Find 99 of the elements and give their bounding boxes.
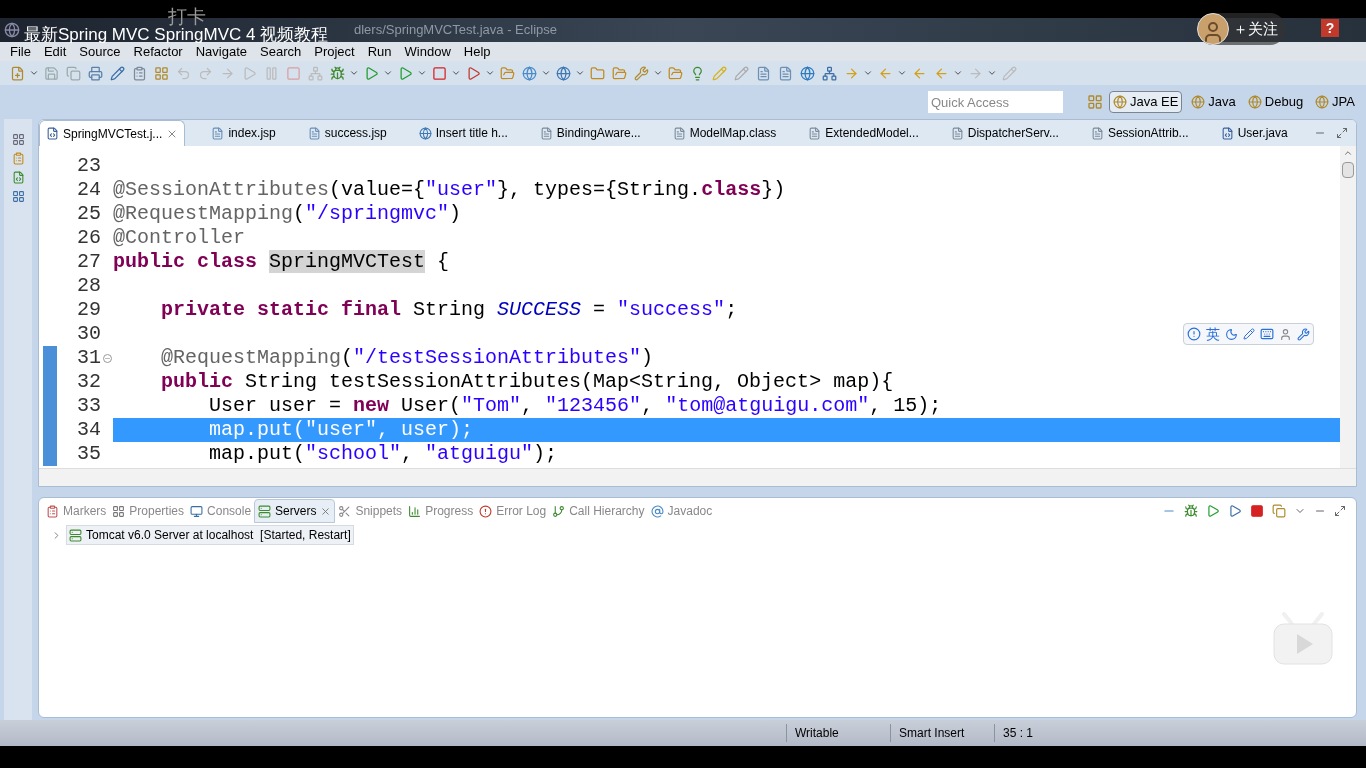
maximize-icon[interactable] <box>1334 505 1346 517</box>
editor-tab[interactable]: SpringMVCTest.j... <box>39 120 186 146</box>
editor-tab[interactable]: ModelMap.class <box>666 120 783 146</box>
wrench-icon[interactable] <box>1297 327 1310 341</box>
perspective-button[interactable]: JPA <box>1312 91 1358 113</box>
editor-tab[interactable]: BindingAware... <box>533 120 647 146</box>
tv-play-icon[interactable] <box>1272 612 1334 668</box>
line-number: 32 <box>76 370 101 394</box>
status-field: 35 : 1 <box>994 724 1044 742</box>
code-line: map.put("school", "atguigu"); <box>208 442 559 466</box>
view-tab[interactable]: Progress <box>405 499 477 523</box>
quick-access-field[interactable]: Quick Access <box>927 91 1063 113</box>
line-number: 23 <box>76 154 101 178</box>
perspective-icon <box>1112 95 1127 109</box>
menu-item[interactable]: Window <box>404 41 451 62</box>
globe-icon <box>418 126 432 140</box>
servers-icon <box>258 504 272 518</box>
code-line: public String testSessionAttributes(Map<String, Object> map){ <box>160 370 895 394</box>
line-number: 28 <box>76 274 101 298</box>
code-line: @RequestMapping("/springmvc") <box>113 202 463 226</box>
line-number: 35 <box>76 442 101 466</box>
line-number: 26 <box>76 226 101 250</box>
editor-tab[interactable]: User.java <box>1214 120 1294 146</box>
debug-server-icon[interactable] <box>1184 504 1198 518</box>
code-line: @SessionAttributes(value={"user"}, types={String.class}) <box>113 178 787 202</box>
code-line: User user = new User("Tom", "123456", "tom@atguigu.com", 15); <box>208 394 943 418</box>
properties-icon <box>112 504 126 518</box>
progress-icon <box>408 504 422 518</box>
server-item[interactable]: Tomcat v6.0 Server at localhost [Started, Restart] <box>66 525 354 545</box>
horizontal-scrollbar[interactable] <box>39 468 1356 486</box>
class-file-icon <box>1090 126 1104 140</box>
javadoc-icon <box>650 504 664 518</box>
scrollbar-thumb[interactable] <box>1342 162 1354 178</box>
ime-logo-icon[interactable] <box>1187 327 1201 341</box>
class-file-icon <box>950 126 964 140</box>
code-line: @RequestMapping("/testSessionAttributes") <box>160 346 655 370</box>
view-tab[interactable]: Servers <box>254 499 336 523</box>
call-hierarchy-icon <box>552 504 566 518</box>
editor-tab[interactable]: Insert title h... <box>412 120 514 146</box>
perspective-button[interactable]: Debug <box>1244 91 1307 113</box>
user-icon[interactable] <box>1279 327 1292 341</box>
markers-icon <box>46 504 59 518</box>
menu-item[interactable]: Run <box>367 41 392 62</box>
console-icon <box>190 504 204 518</box>
server-icon <box>69 528 82 542</box>
line-number: 29 <box>76 298 101 322</box>
line-number: 25 <box>76 202 101 226</box>
window-title: dlers/SpringMVCTest.java - Eclipse <box>354 21 558 40</box>
line-number: 33 <box>76 394 101 418</box>
class-file-icon <box>808 126 822 140</box>
scroll-up-icon[interactable] <box>1343 148 1353 158</box>
code-line: public class SpringMVCTest { <box>113 250 451 274</box>
vertical-scrollbar[interactable] <box>1340 146 1356 468</box>
close-icon <box>320 505 332 517</box>
editor-tab[interactable]: success.jsp <box>301 120 393 146</box>
editor-tab[interactable]: index.jsp <box>205 120 282 146</box>
line-number: 31 <box>76 346 101 370</box>
snippets-icon <box>338 504 352 518</box>
class-file-icon <box>672 126 686 140</box>
line-number: 34 <box>76 418 101 442</box>
keyboard-icon[interactable] <box>1260 327 1274 341</box>
java-file-icon <box>1220 126 1234 140</box>
view-tab[interactable]: Call Hierarchy <box>549 499 648 523</box>
editor-tab[interactable]: DispatcherServ... <box>944 120 1065 146</box>
view-tab[interactable]: Properties <box>109 499 188 523</box>
view-tab[interactable]: Console <box>187 499 255 523</box>
class-file-icon <box>539 126 553 140</box>
error-log-icon <box>479 504 493 518</box>
help-badge[interactable]: ? <box>1321 19 1339 37</box>
view-tab[interactable]: Error Log <box>476 499 550 523</box>
editor-tab[interactable]: SessionAttrib... <box>1084 120 1195 146</box>
maximize-icon[interactable] <box>1336 127 1348 139</box>
line-number: 27 <box>76 250 101 274</box>
perspective-icon <box>1247 95 1262 109</box>
stop-server-icon[interactable] <box>1250 504 1264 518</box>
perspective-button[interactable]: Java EE <box>1108 91 1183 113</box>
view-tab[interactable]: Javadoc <box>647 499 716 523</box>
perspective-icon <box>1315 95 1330 109</box>
open-perspective-icon[interactable] <box>1086 94 1103 110</box>
profile-server-icon[interactable] <box>1228 504 1242 518</box>
line-number: 30 <box>76 322 101 346</box>
checkin-label: 打卡 <box>168 5 206 28</box>
jsp-file-icon <box>307 126 321 140</box>
status-field: Smart Insert <box>890 724 994 742</box>
code-line: @Controller <box>113 226 247 250</box>
perspective-button[interactable]: Java <box>1188 91 1239 113</box>
java-file-icon <box>46 127 59 140</box>
perspective-icon <box>1191 95 1206 109</box>
moon-icon[interactable] <box>1225 327 1238 341</box>
start-server-icon[interactable] <box>1206 504 1220 518</box>
view-tab[interactable]: Markers <box>43 499 110 523</box>
view-tab[interactable]: Snippets <box>335 499 406 523</box>
ime-mode-label[interactable]: 英 <box>1206 323 1220 345</box>
code-line: private static final String SUCCESS = "success"; <box>160 298 739 322</box>
editor-tab[interactable]: ExtendedModel... <box>802 120 925 146</box>
jsp-file-icon <box>211 126 225 140</box>
menu-item[interactable]: Help <box>463 41 491 62</box>
status-field: Writable <box>786 724 890 742</box>
line-number: 24 <box>76 178 101 202</box>
